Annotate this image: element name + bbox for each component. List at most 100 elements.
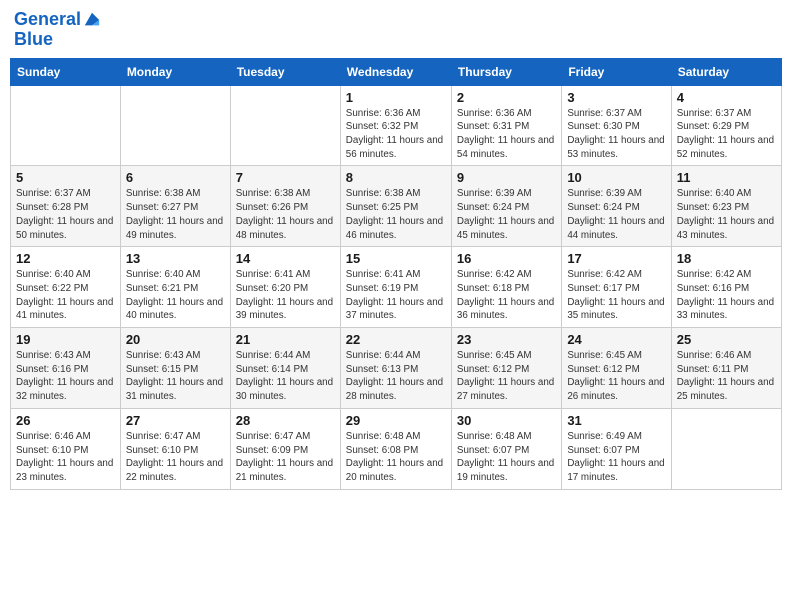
day-info: Sunrise: 6:37 AM Sunset: 6:29 PM Dayligh… bbox=[677, 107, 776, 162]
day-info: Sunrise: 6:45 AM Sunset: 6:12 PM Dayligh… bbox=[457, 349, 556, 404]
day-info: Sunrise: 6:40 AM Sunset: 6:22 PM Dayligh… bbox=[16, 268, 115, 323]
calendar-day-cell: 27Sunrise: 6:47 AM Sunset: 6:10 PM Dayli… bbox=[120, 408, 230, 489]
day-info: Sunrise: 6:46 AM Sunset: 6:11 PM Dayligh… bbox=[677, 349, 776, 404]
day-info: Sunrise: 6:43 AM Sunset: 6:15 PM Dayligh… bbox=[126, 349, 225, 404]
page-header: General Blue bbox=[10, 10, 782, 50]
day-info: Sunrise: 6:38 AM Sunset: 6:26 PM Dayligh… bbox=[236, 187, 335, 242]
logo: General Blue bbox=[14, 10, 101, 50]
day-number: 25 bbox=[677, 332, 776, 347]
calendar-day-cell: 14Sunrise: 6:41 AM Sunset: 6:20 PM Dayli… bbox=[230, 247, 340, 328]
day-info: Sunrise: 6:44 AM Sunset: 6:14 PM Dayligh… bbox=[236, 349, 335, 404]
weekday-header: Wednesday bbox=[340, 58, 451, 85]
calendar-day-cell: 28 Sunrise: 6:47 AM Sunset: 6:09 PM Dayli… bbox=[230, 408, 340, 489]
calendar-day-cell: 16 Sunrise: 6:42 AM Sunset: 6:18 PM Dayli… bbox=[451, 247, 561, 328]
day-number: 20 bbox=[126, 332, 225, 347]
calendar-week-row: 19 Sunrise: 6:43 AM Sunset: 6:16 PM Dayli… bbox=[11, 328, 782, 409]
day-info: Sunrise: 6:45 AM Sunset: 6:12 PM Dayligh… bbox=[567, 349, 665, 404]
calendar-day-cell: 18 Sunrise: 6:42 AM Sunset: 6:16 PM Dayli… bbox=[671, 247, 781, 328]
calendar-week-row: 5Sunrise: 6:37 AM Sunset: 6:28 PM Daylig… bbox=[11, 166, 782, 247]
day-info: Sunrise: 6:36 AM Sunset: 6:32 PM Dayligh… bbox=[346, 107, 446, 162]
day-info: Sunrise: 6:39 AM Sunset: 6:24 PM Dayligh… bbox=[567, 187, 665, 242]
calendar-table: SundayMondayTuesdayWednesdayThursdayFrid… bbox=[10, 58, 782, 490]
calendar-day-cell bbox=[120, 85, 230, 166]
day-number: 14 bbox=[236, 251, 335, 266]
day-info: Sunrise: 6:40 AM Sunset: 6:21 PM Dayligh… bbox=[126, 268, 225, 323]
day-info: Sunrise: 6:42 AM Sunset: 6:16 PM Dayligh… bbox=[677, 268, 776, 323]
day-number: 26 bbox=[16, 413, 115, 428]
weekday-header: Sunday bbox=[11, 58, 121, 85]
calendar-day-cell: 1 Sunrise: 6:36 AM Sunset: 6:32 PM Daylig… bbox=[340, 85, 451, 166]
weekday-header: Saturday bbox=[671, 58, 781, 85]
day-info: Sunrise: 6:42 AM Sunset: 6:17 PM Dayligh… bbox=[567, 268, 665, 323]
day-number: 1 bbox=[346, 90, 446, 105]
weekday-header: Tuesday bbox=[230, 58, 340, 85]
day-info: Sunrise: 6:49 AM Sunset: 6:07 PM Dayligh… bbox=[567, 430, 665, 485]
day-number: 24 bbox=[567, 332, 665, 347]
day-info: Sunrise: 6:48 AM Sunset: 6:07 PM Dayligh… bbox=[457, 430, 556, 485]
calendar-day-cell: 29 Sunrise: 6:48 AM Sunset: 6:08 PM Dayli… bbox=[340, 408, 451, 489]
day-number: 4 bbox=[677, 90, 776, 105]
day-number: 12 bbox=[16, 251, 115, 266]
day-info: Sunrise: 6:38 AM Sunset: 6:25 PM Dayligh… bbox=[346, 187, 446, 242]
logo-text: General bbox=[14, 10, 81, 30]
day-info: Sunrise: 6:48 AM Sunset: 6:08 PM Dayligh… bbox=[346, 430, 446, 485]
calendar-day-cell: 22Sunrise: 6:44 AM Sunset: 6:13 PM Dayli… bbox=[340, 328, 451, 409]
calendar-week-row: 12 Sunrise: 6:40 AM Sunset: 6:22 PM Dayli… bbox=[11, 247, 782, 328]
day-number: 30 bbox=[457, 413, 556, 428]
day-number: 18 bbox=[677, 251, 776, 266]
day-number: 23 bbox=[457, 332, 556, 347]
day-number: 27 bbox=[126, 413, 225, 428]
day-number: 16 bbox=[457, 251, 556, 266]
day-info: Sunrise: 6:39 AM Sunset: 6:24 PM Dayligh… bbox=[457, 187, 556, 242]
day-number: 28 bbox=[236, 413, 335, 428]
calendar-day-cell: 23 Sunrise: 6:45 AM Sunset: 6:12 PM Dayli… bbox=[451, 328, 561, 409]
day-number: 8 bbox=[346, 170, 446, 185]
day-number: 31 bbox=[567, 413, 665, 428]
calendar-day-cell bbox=[11, 85, 121, 166]
day-number: 22 bbox=[346, 332, 446, 347]
day-info: Sunrise: 6:36 AM Sunset: 6:31 PM Dayligh… bbox=[457, 107, 556, 162]
day-info: Sunrise: 6:38 AM Sunset: 6:27 PM Dayligh… bbox=[126, 187, 225, 242]
calendar-day-cell: 17 Sunrise: 6:42 AM Sunset: 6:17 PM Dayli… bbox=[562, 247, 671, 328]
day-info: Sunrise: 6:43 AM Sunset: 6:16 PM Dayligh… bbox=[16, 349, 115, 404]
calendar-day-cell bbox=[230, 85, 340, 166]
calendar-day-cell: 9 Sunrise: 6:39 AM Sunset: 6:24 PM Daylig… bbox=[451, 166, 561, 247]
calendar-day-cell: 31 Sunrise: 6:49 AM Sunset: 6:07 PM Dayli… bbox=[562, 408, 671, 489]
calendar-header-row: SundayMondayTuesdayWednesdayThursdayFrid… bbox=[11, 58, 782, 85]
calendar-day-cell: 19 Sunrise: 6:43 AM Sunset: 6:16 PM Dayli… bbox=[11, 328, 121, 409]
calendar-day-cell: 15 Sunrise: 6:41 AM Sunset: 6:19 PM Dayli… bbox=[340, 247, 451, 328]
day-info: Sunrise: 6:47 AM Sunset: 6:09 PM Dayligh… bbox=[236, 430, 335, 485]
calendar-day-cell: 6 Sunrise: 6:38 AM Sunset: 6:27 PM Daylig… bbox=[120, 166, 230, 247]
day-number: 6 bbox=[126, 170, 225, 185]
calendar-day-cell: 20 Sunrise: 6:43 AM Sunset: 6:15 PM Dayli… bbox=[120, 328, 230, 409]
calendar-week-row: 26 Sunrise: 6:46 AM Sunset: 6:10 PM Dayli… bbox=[11, 408, 782, 489]
day-number: 17 bbox=[567, 251, 665, 266]
calendar-week-row: 1 Sunrise: 6:36 AM Sunset: 6:32 PM Daylig… bbox=[11, 85, 782, 166]
day-info: Sunrise: 6:42 AM Sunset: 6:18 PM Dayligh… bbox=[457, 268, 556, 323]
calendar-day-cell: 26 Sunrise: 6:46 AM Sunset: 6:10 PM Dayli… bbox=[11, 408, 121, 489]
calendar-day-cell: 5Sunrise: 6:37 AM Sunset: 6:28 PM Daylig… bbox=[11, 166, 121, 247]
day-number: 5 bbox=[16, 170, 115, 185]
calendar-day-cell: 2Sunrise: 6:36 AM Sunset: 6:31 PM Daylig… bbox=[451, 85, 561, 166]
calendar-day-cell: 13 Sunrise: 6:40 AM Sunset: 6:21 PM Dayli… bbox=[120, 247, 230, 328]
day-number: 19 bbox=[16, 332, 115, 347]
day-number: 3 bbox=[567, 90, 665, 105]
day-number: 13 bbox=[126, 251, 225, 266]
calendar-day-cell: 25 Sunrise: 6:46 AM Sunset: 6:11 PM Dayli… bbox=[671, 328, 781, 409]
calendar-day-cell: 8 Sunrise: 6:38 AM Sunset: 6:25 PM Daylig… bbox=[340, 166, 451, 247]
day-number: 15 bbox=[346, 251, 446, 266]
day-info: Sunrise: 6:46 AM Sunset: 6:10 PM Dayligh… bbox=[16, 430, 115, 485]
day-number: 29 bbox=[346, 413, 446, 428]
calendar-day-cell: 10Sunrise: 6:39 AM Sunset: 6:24 PM Dayli… bbox=[562, 166, 671, 247]
logo-icon bbox=[83, 11, 101, 29]
day-info: Sunrise: 6:41 AM Sunset: 6:19 PM Dayligh… bbox=[346, 268, 446, 323]
day-number: 7 bbox=[236, 170, 335, 185]
calendar-day-cell bbox=[671, 408, 781, 489]
calendar-day-cell: 21Sunrise: 6:44 AM Sunset: 6:14 PM Dayli… bbox=[230, 328, 340, 409]
day-info: Sunrise: 6:40 AM Sunset: 6:23 PM Dayligh… bbox=[677, 187, 776, 242]
calendar-day-cell: 11Sunrise: 6:40 AM Sunset: 6:23 PM Dayli… bbox=[671, 166, 781, 247]
logo-text-blue: Blue bbox=[14, 30, 101, 50]
calendar-day-cell: 12 Sunrise: 6:40 AM Sunset: 6:22 PM Dayli… bbox=[11, 247, 121, 328]
day-number: 9 bbox=[457, 170, 556, 185]
calendar-day-cell: 3Sunrise: 6:37 AM Sunset: 6:30 PM Daylig… bbox=[562, 85, 671, 166]
